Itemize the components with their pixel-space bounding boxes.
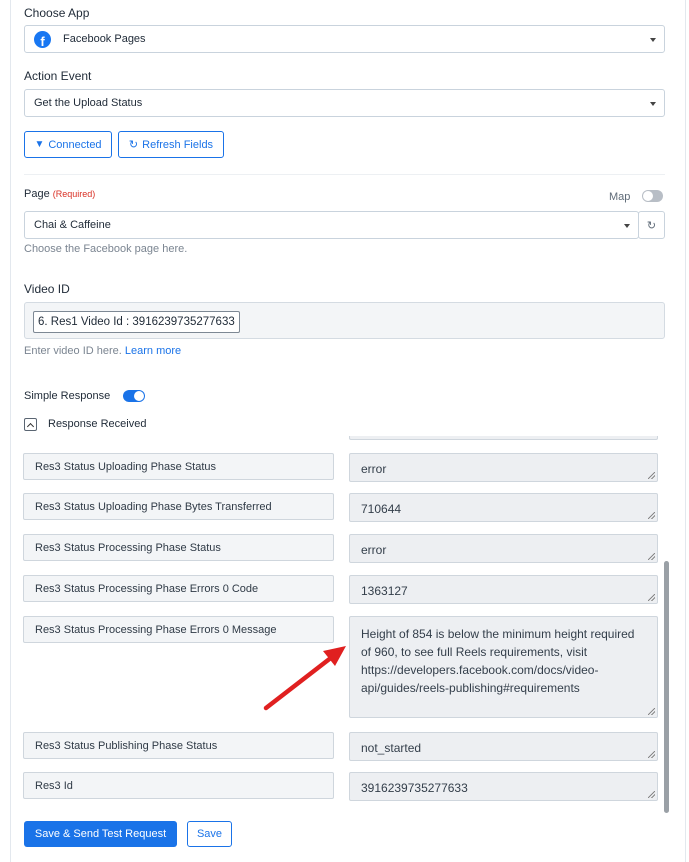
map-label: Map — [609, 191, 631, 203]
response-key: Res3 Status Processing Phase Status — [23, 534, 334, 561]
response-value[interactable]: Height of 854 is below the minimum heigh… — [349, 616, 658, 718]
save-send-test-button[interactable]: Save & Send Test Request — [24, 821, 177, 847]
resize-handle-icon[interactable] — [648, 791, 655, 798]
video-id-value: 6. Res1 Video Id : 3916239735277633 — [38, 316, 235, 328]
response-value-text: error — [361, 543, 387, 557]
facebook-icon: f — [34, 30, 51, 48]
response-key: Res3 Id — [23, 772, 334, 799]
response-value[interactable]: error — [349, 534, 658, 563]
save-button[interactable]: Save — [187, 821, 232, 847]
response-key: Res3 Status Uploading Phase Bytes Transf… — [23, 493, 334, 520]
response-value-text: error — [361, 462, 387, 476]
action-event-label: Action Event — [24, 69, 92, 83]
section-divider — [24, 174, 665, 175]
refresh-fields-label: Refresh Fields — [142, 138, 214, 151]
response-value-text: Height of 854 is below the minimum heigh… — [361, 627, 635, 695]
chevron-down-icon — [624, 224, 630, 228]
video-id-field[interactable]: 6. Res1 Video Id : 3916239735277633 — [24, 302, 665, 339]
refresh-fields-button[interactable]: ↻ Refresh Fields — [118, 131, 224, 158]
response-value[interactable]: error — [349, 453, 658, 482]
response-key: Res3 Status Uploading Phase Status — [23, 453, 334, 480]
map-toggle[interactable] — [642, 190, 663, 202]
refresh-icon: ↻ — [646, 219, 657, 232]
video-id-hint-text: Enter video ID here. — [24, 345, 122, 357]
response-value[interactable]: not_started — [349, 732, 658, 761]
learn-more-link[interactable]: Learn more — [125, 345, 181, 357]
choose-app-value: Facebook Pages — [63, 33, 146, 45]
page-refresh-button[interactable]: ↻ — [638, 211, 665, 239]
required-marker: (Required) — [52, 189, 96, 199]
choose-app-label: Choose App — [24, 6, 90, 20]
response-key: Res3 Status Processing Phase Errors 0 Me… — [23, 616, 334, 643]
action-event-select[interactable]: Get the Upload Status — [24, 89, 665, 117]
resize-handle-icon[interactable] — [648, 594, 655, 601]
page-hint: Choose the Facebook page here. — [24, 243, 188, 255]
response-value-text: 710644 — [361, 502, 402, 516]
refresh-icon: ↻ — [128, 139, 139, 151]
simple-response-label: Simple Response — [24, 390, 111, 402]
resize-handle-icon[interactable] — [648, 751, 655, 758]
resize-handle-icon[interactable] — [648, 472, 655, 479]
scrollbar-thumb[interactable] — [664, 561, 669, 813]
connected-button[interactable]: ▼ Connected — [24, 131, 112, 158]
response-value-text: not_started — [361, 741, 422, 755]
resize-handle-icon[interactable] — [648, 512, 655, 519]
video-id-label: Video ID — [24, 282, 70, 296]
page-label-text: Page — [24, 188, 50, 200]
video-id-mapped-pill[interactable]: 6. Res1 Video Id : 3916239735277633 — [33, 311, 240, 333]
page-select[interactable]: Chai & Caffeine — [24, 211, 639, 239]
response-value[interactable]: 3916239735277633 — [349, 772, 658, 801]
response-key: Res3 Status Publishing Phase Status — [23, 732, 334, 759]
choose-app-select[interactable]: f Facebook Pages — [24, 25, 665, 53]
chevron-down-icon — [650, 102, 656, 106]
connected-label: Connected — [48, 138, 102, 151]
chevron-down-icon — [650, 38, 656, 42]
resize-handle-icon[interactable] — [648, 708, 655, 715]
video-id-hint: Enter video ID here. Learn more — [24, 345, 181, 357]
page-label: Page (Required) — [24, 188, 95, 200]
page-select-value: Chai & Caffeine — [34, 219, 111, 231]
response-value-text: 3916239735277633 — [361, 781, 468, 795]
simple-response-toggle[interactable] — [123, 390, 145, 402]
response-scrollbar[interactable] — [664, 436, 669, 814]
plug-icon: ▼ — [34, 139, 45, 150]
response-received-label: Response Received — [48, 418, 147, 430]
resize-handle-icon[interactable] — [648, 553, 655, 560]
response-value[interactable]: 1363127 — [349, 575, 658, 604]
response-value — [349, 436, 658, 440]
response-list[interactable]: Res3 Status Uploading Phase Status error… — [23, 436, 671, 814]
response-value-text: 1363127 — [361, 584, 408, 598]
response-key: Res3 Status Processing Phase Errors 0 Co… — [23, 575, 334, 602]
response-value[interactable]: 710644 — [349, 493, 658, 522]
action-event-value: Get the Upload Status — [34, 97, 143, 109]
collapse-toggle-icon[interactable] — [24, 418, 37, 431]
